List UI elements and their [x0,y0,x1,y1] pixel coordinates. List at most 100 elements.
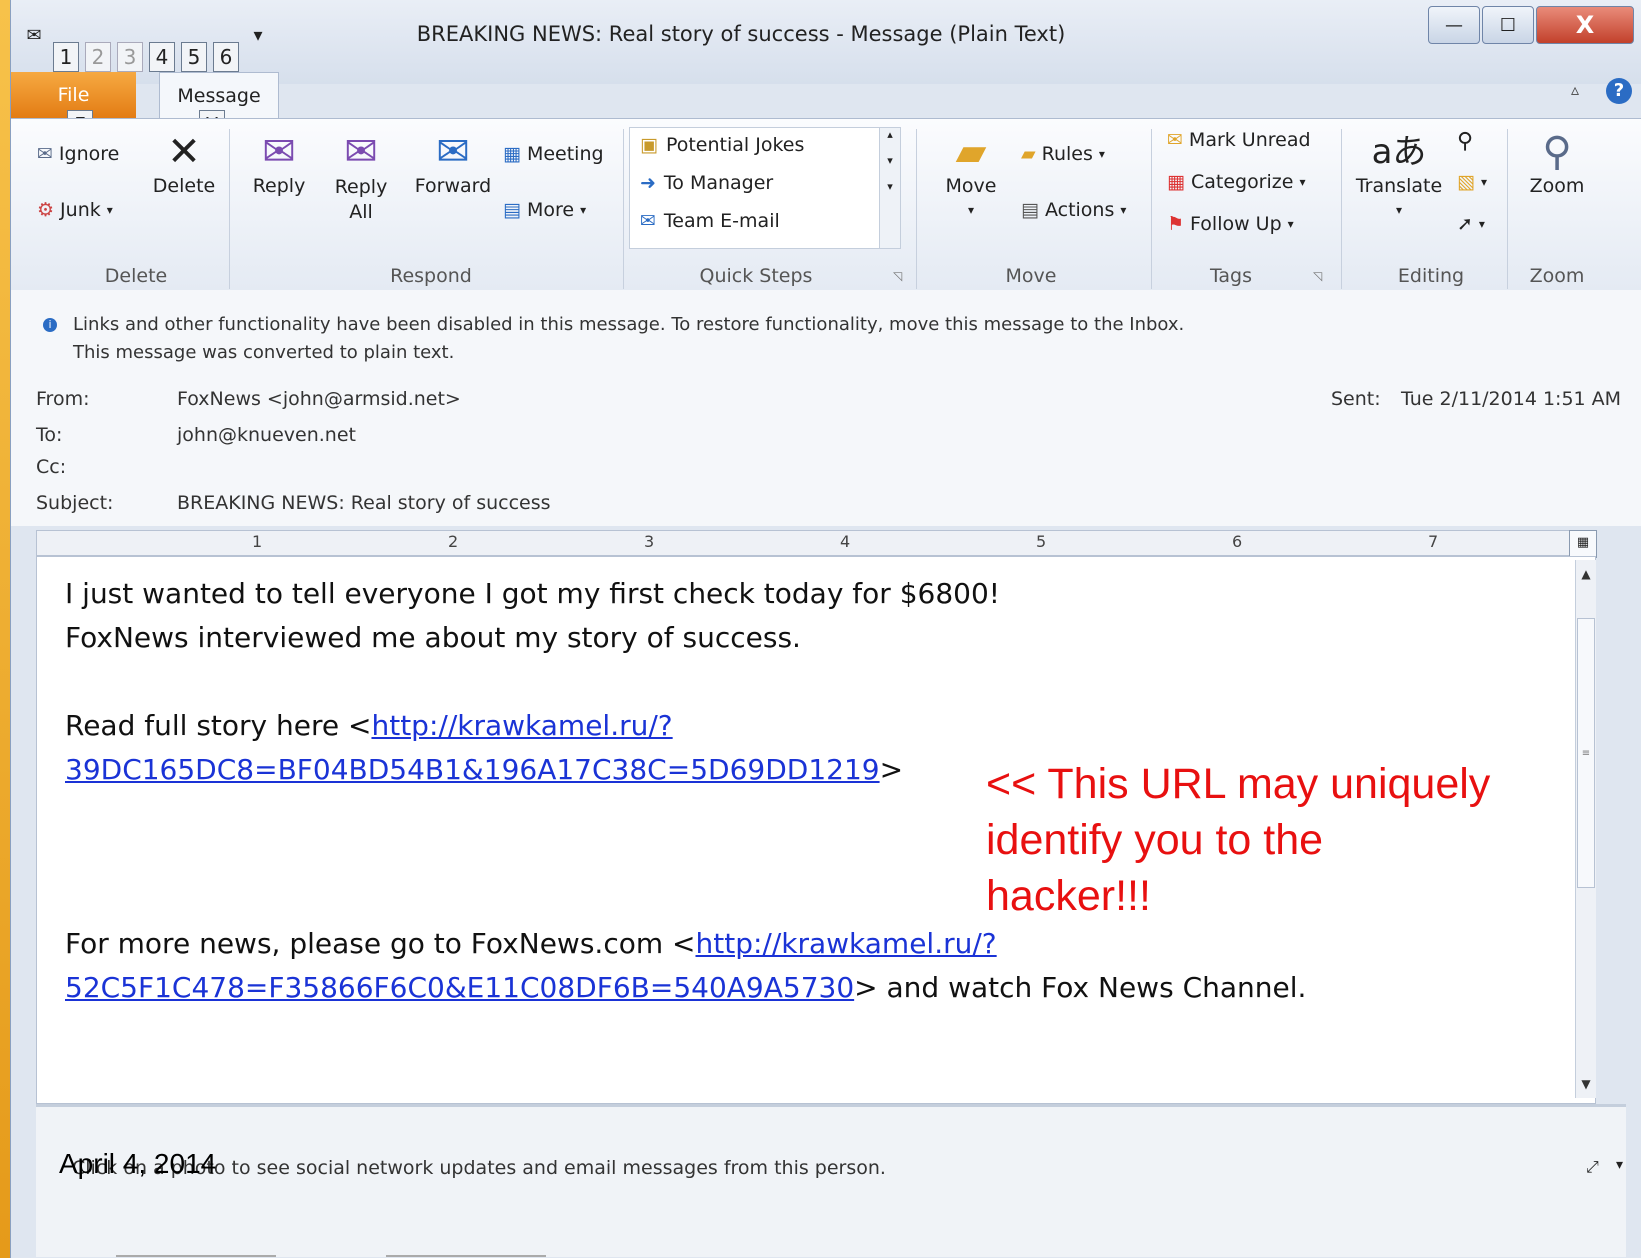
scroll-thumb[interactable]: ≡ [1577,618,1595,888]
flag-icon: ⚑ [1167,213,1185,235]
people-pane: Click on a photo to see social network u… [36,1104,1626,1257]
mark-unread-label: Mark Unread [1188,129,1311,151]
forward-label: Forward [414,175,492,197]
forward-button[interactable]: ✉ Forward [407,129,499,197]
magnifier-icon: ⚲ [1542,129,1572,175]
vertical-scrollbar[interactable]: ▲ ≡ ▼ [1575,560,1596,1098]
subject-value: BREAKING NEWS: Real story of success [177,492,551,514]
minimize-button[interactable]: — [1428,6,1480,44]
phishing-link-2-continued[interactable]: 52C5F1C478=F35866F6C0&E11C08DF6B=540A9A5… [65,971,854,1004]
info-message[interactable]: Links and other functionality have been … [73,314,1184,335]
keytip-6: 6 [213,42,239,72]
dialog-launcher-icon[interactable]: ◹ [893,269,902,283]
rules-button[interactable]: ▰ Rules ▾ [1021,143,1105,165]
find-button[interactable]: ⚲ [1457,129,1473,154]
chevron-down-icon: ▾ [1478,217,1485,231]
select-button[interactable]: ➚ ▾ [1457,213,1485,235]
keytip-1: 1 [53,42,79,72]
envelope-icon[interactable]: ✉ [21,24,47,46]
scroll-down-icon[interactable]: ▼ [1576,1072,1596,1096]
avatar[interactable] [386,1255,546,1257]
move-button[interactable]: ▰ Move ▾ [936,129,1006,219]
help-icon[interactable]: ? [1606,78,1632,104]
quick-access-toolbar: ✉ 1 2 3 4 5 6 ▾ [21,14,271,72]
group-label-quick-steps: Quick Steps [699,265,813,287]
customize-qat-icon[interactable]: ▾ [245,24,271,46]
quick-step-team-email[interactable]: ✉ Team E-mail [640,210,780,232]
group-label-move: Move [1005,265,1057,287]
body-line: For more news, please go to FoxNews.com … [65,927,997,960]
more-button[interactable]: ▤ More ▾ [503,199,586,221]
avatar[interactable] [116,1255,276,1257]
body-line: I just wanted to tell everyone I got my … [65,577,1001,610]
quick-steps-scrollbar[interactable]: ▴ ▾ ▾ [879,127,901,249]
delete-label: Delete [152,175,216,197]
body-line: Read full story here <http://krawkamel.r… [65,709,673,742]
reply-all-label-2: All [349,201,373,223]
rules-icon: ▰ [1021,143,1036,165]
chevron-down-icon: ▾ [580,203,587,217]
translate-button[interactable]: aあ Translate ▾ [1351,129,1447,219]
minimize-ribbon-icon[interactable]: ▵ [1571,80,1579,99]
annotation-line: << This URL may uniquely [986,760,1491,808]
mark-unread-button[interactable]: ✉ Mark Unread [1167,129,1311,151]
group-separator [229,129,230,289]
categorize-icon: ▦ [1167,171,1185,193]
group-separator [1341,129,1342,289]
phishing-link-1-continued[interactable]: 39DC165DC8=BF04BD54B1&196A17C38C=5D69DD1… [65,753,880,786]
quick-step-potential-jokes[interactable]: ▣ Potential Jokes [640,134,804,156]
quick-step-label: To Manager [663,172,774,194]
zoom-button[interactable]: ⚲ Zoom [1517,129,1597,197]
ruler-number: 5 [1036,532,1047,551]
rules-label: Rules [1041,143,1093,165]
follow-up-button[interactable]: ⚑ Follow Up ▾ [1167,213,1294,235]
reply-button[interactable]: ✉ Reply [247,129,311,197]
reply-all-label-1: Reply [334,176,388,198]
to-value[interactable]: john@knueven.net [177,424,356,446]
keytip-2: 2 [85,42,111,72]
group-label-editing: Editing [1397,265,1465,287]
window-title: BREAKING NEWS: Real story of success - M… [416,22,1066,46]
maximize-button[interactable]: ☐ [1482,6,1534,44]
move-label: Move [945,175,997,197]
dialog-launcher-icon[interactable]: ◹ [1313,269,1322,283]
reply-all-button[interactable]: ✉ Reply All [329,129,393,225]
ignore-icon: ✉ [37,143,53,165]
group-separator [1151,129,1152,289]
phishing-link-2[interactable]: http://krawkamel.ru/? [695,927,996,960]
forward-icon: ✉ [436,129,470,175]
meeting-button[interactable]: ▦ Meeting [503,143,604,165]
body-line: 52C5F1C478=F35866F6C0&E11C08DF6B=540A9A5… [65,971,1306,1004]
body-text: Read full story here < [65,709,372,742]
junk-icon: ⚙ [37,199,55,221]
quick-step-to-manager[interactable]: ➜ To Manager [640,172,773,194]
meeting-icon: ▦ [503,143,521,165]
slide-date: April 4, 2014 [59,1148,217,1179]
chevron-down-icon: ▾ [106,203,113,217]
related-icon: ▧ [1457,171,1475,193]
group-separator [1507,129,1508,289]
close-button[interactable]: X [1536,6,1634,44]
phishing-link-1[interactable]: http://krawkamel.ru/? [371,709,672,742]
ruler-number: 6 [1232,532,1243,551]
translate-icon: aあ [1371,132,1427,172]
chevron-down-icon: ▾ [1395,203,1403,217]
junk-button[interactable]: ⚙ Junk ▾ [37,199,113,221]
keytip-3: 3 [117,42,143,72]
body-line: FoxNews interviewed me about my story of… [65,621,801,654]
follow-up-label: Follow Up [1190,213,1282,235]
categorize-button[interactable]: ▦ Categorize ▾ [1167,171,1305,193]
related-button[interactable]: ▧ ▾ [1457,171,1487,193]
scroll-up-icon[interactable]: ▲ [1576,562,1596,586]
info-bar: i Links and other functionality have bee… [11,290,1641,386]
view-ruler-button[interactable]: ▦ [1569,530,1597,558]
chevron-down-icon[interactable]: ▾ [1616,1157,1623,1173]
from-value[interactable]: FoxNews <john@armsid.net> [177,388,461,410]
expand-icon[interactable]: ⤢ [1586,1157,1599,1177]
actions-button[interactable]: ▤ Actions ▾ [1021,199,1126,221]
delete-button[interactable]: ✕ Delete [151,129,217,197]
zoom-label: Zoom [1529,175,1585,197]
body-line: 39DC165DC8=BF04BD54B1&196A17C38C=5D69DD1… [65,753,903,786]
ignore-button[interactable]: ✉ Ignore [37,143,119,165]
chevron-down-icon: ▾ [1120,203,1127,217]
